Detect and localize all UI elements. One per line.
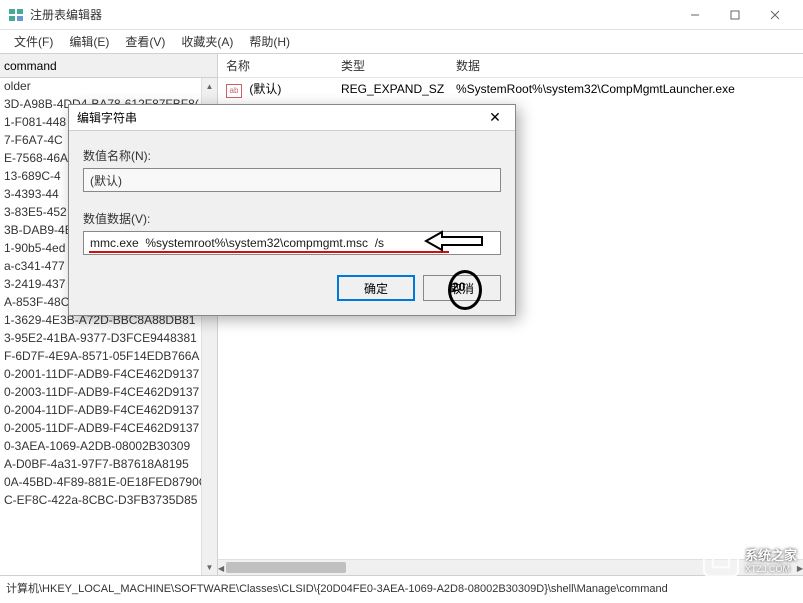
menu-favorites[interactable]: 收藏夹(A): [173, 31, 241, 52]
statusbar-path: 计算机\HKEY_LOCAL_MACHINE\SOFTWARE\Classes\…: [6, 580, 668, 596]
cancel-button[interactable]: 取消: [423, 275, 501, 301]
menubar: 文件(F) 编辑(E) 查看(V) 收藏夹(A) 帮助(H): [0, 30, 803, 54]
menu-file[interactable]: 文件(F): [6, 31, 61, 52]
tree-item[interactable]: A-D0BF-4a31-97F7-B87618A8195: [0, 456, 217, 474]
highlight-underline: [89, 251, 449, 253]
close-button[interactable]: [755, 1, 795, 29]
edit-string-dialog: 编辑字符串 ✕ 数值名称(N): 数值数据(V): 确定 取消: [68, 104, 516, 316]
watermark-text: 系统之家: [745, 545, 797, 564]
value-data: %SystemRoot%\system32\CompMgmtLauncher.e…: [448, 80, 803, 98]
value-name-cell: ab (默认): [218, 78, 333, 100]
menu-view[interactable]: 查看(V): [117, 31, 173, 52]
value-name: (默认): [249, 82, 281, 96]
menu-help[interactable]: 帮助(H): [241, 31, 298, 52]
tree-item[interactable]: C-EF8C-422a-8CBC-D3FB3735D85: [0, 492, 217, 510]
statusbar: 计算机\HKEY_LOCAL_MACHINE\SOFTWARE\Classes\…: [0, 575, 803, 599]
scroll-right-icon[interactable]: ▶: [797, 560, 803, 576]
tree-item[interactable]: older: [0, 78, 217, 96]
value-type: REG_EXPAND_SZ: [333, 80, 448, 98]
tree-item[interactable]: 0-2001-11DF-ADB9-F4CE462D9137: [0, 366, 217, 384]
hscroll-thumb[interactable]: [226, 562, 346, 573]
value-name-label: 数值名称(N):: [83, 147, 501, 164]
tree-item[interactable]: F-6D7F-4E9A-8571-05F14EDB766A: [0, 348, 217, 366]
value-data-label: 数值数据(V):: [83, 210, 501, 227]
window-title: 注册表编辑器: [30, 6, 675, 23]
tree-item[interactable]: 0A-45BD-4F89-881E-0E18FED8790C: [0, 474, 217, 492]
tree-item[interactable]: 0-2004-11DF-ADB9-F4CE462D9137: [0, 402, 217, 420]
list-header: 名称 类型 数据: [218, 54, 803, 78]
watermark-sub: XTZJ.COM: [745, 564, 797, 574]
ok-button[interactable]: 确定: [337, 275, 415, 301]
column-type[interactable]: 类型: [333, 54, 448, 77]
tree-item[interactable]: 0-2003-11DF-ADB9-F4CE462D9137: [0, 384, 217, 402]
tree-item[interactable]: 0-3AEA-1069-A2DB-08002B30309: [0, 438, 217, 456]
dialog-body: 数值名称(N): 数值数据(V):: [69, 131, 515, 267]
watermark: 系统之家 XTZJ.COM: [703, 541, 797, 577]
string-value-icon: ab: [226, 84, 242, 98]
scroll-down-icon[interactable]: ▼: [202, 559, 217, 575]
menu-edit[interactable]: 编辑(E): [61, 31, 117, 52]
dialog-close-button[interactable]: ✕: [479, 106, 511, 130]
tree-item[interactable]: 3-95E2-41BA-9377-D3FCE9448381: [0, 330, 217, 348]
value-name-input[interactable]: [83, 168, 501, 192]
tree-header[interactable]: command: [0, 54, 217, 78]
tree-header-label: command: [4, 59, 57, 73]
scroll-up-icon[interactable]: ▲: [202, 78, 217, 94]
value-row[interactable]: ab (默认) REG_EXPAND_SZ %SystemRoot%\syste…: [218, 78, 803, 100]
dialog-title: 编辑字符串: [73, 109, 479, 126]
column-data[interactable]: 数据: [448, 54, 803, 77]
maximize-button[interactable]: [715, 1, 755, 29]
dialog-titlebar[interactable]: 编辑字符串 ✕: [69, 105, 515, 131]
minimize-button[interactable]: [675, 1, 715, 29]
window-titlebar: 注册表编辑器: [0, 0, 803, 30]
app-icon: [8, 7, 24, 23]
tree-item[interactable]: 0-2005-11DF-ADB9-F4CE462D9137: [0, 420, 217, 438]
column-name[interactable]: 名称: [218, 54, 333, 77]
window-controls: [675, 1, 795, 29]
dialog-buttons: 确定 取消: [69, 267, 515, 315]
watermark-icon: [703, 541, 739, 577]
